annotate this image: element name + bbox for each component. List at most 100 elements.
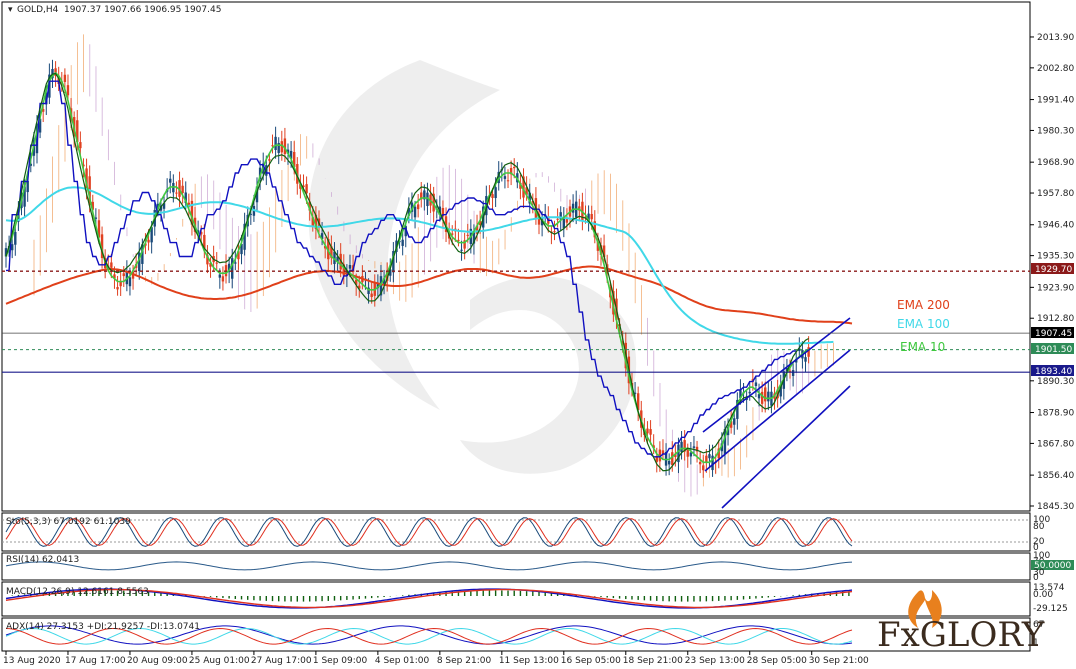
candle-body xyxy=(702,465,705,471)
symbol-label: GOLD,H4 xyxy=(17,5,59,15)
candle-body xyxy=(66,85,70,96)
candle-body xyxy=(128,277,132,287)
candle-body xyxy=(348,264,352,269)
candle-body xyxy=(460,249,463,251)
candle-body xyxy=(733,418,736,425)
candle-body xyxy=(457,239,460,241)
candle-body xyxy=(221,276,225,282)
candle-body xyxy=(416,204,420,210)
candle-body xyxy=(494,187,497,199)
y-tick-label: 2002.80 xyxy=(1037,64,1074,74)
candle-body xyxy=(271,145,274,147)
candle-body xyxy=(413,206,417,218)
candle-body xyxy=(268,159,271,161)
brand-name: FxGLORY xyxy=(877,615,1045,655)
macd-tick-bottom: -29.125 xyxy=(1033,604,1068,614)
y-tick-label: 1935.30 xyxy=(1037,252,1074,262)
candle-body xyxy=(218,274,222,278)
rsi-panel-frame xyxy=(1,552,1031,581)
y-tick-label: 1923.90 xyxy=(1037,283,1074,293)
stoch-label: Sto(5,3,3) 67.0192 61.1039 xyxy=(6,517,131,527)
candle-body xyxy=(556,218,559,220)
candle-body xyxy=(401,239,404,246)
ema10-label: EMA 10 xyxy=(900,340,945,354)
candle-body xyxy=(705,455,708,462)
x-tick-label: 17 Aug 17:00 xyxy=(65,656,126,666)
candle-body xyxy=(79,142,82,149)
candle-body xyxy=(748,391,751,394)
x-tick-label: 1 Sep 09:00 xyxy=(313,656,368,666)
y-tick-label: 1856.40 xyxy=(1037,471,1074,481)
candle-body xyxy=(698,461,702,465)
candle-body xyxy=(122,273,125,277)
candle-body xyxy=(63,74,67,82)
candle-body xyxy=(215,262,218,264)
candle-body xyxy=(689,452,693,457)
candle-body xyxy=(565,218,569,223)
x-tick-label: 18 Sep 21:00 xyxy=(623,656,683,666)
y-tick-label: 1968.90 xyxy=(1037,158,1074,168)
candle-body xyxy=(708,454,711,459)
stoch-tick-80: 80 xyxy=(1033,522,1045,532)
rsi-label: RSI(14) 62.0413 xyxy=(6,555,79,565)
x-tick-label: 20 Aug 09:00 xyxy=(127,656,188,666)
candle-body xyxy=(10,244,14,251)
x-tick-label: 25 Aug 01:00 xyxy=(189,656,250,666)
x-tick-label: 23 Sep 13:00 xyxy=(685,656,745,666)
candle-body xyxy=(370,293,373,298)
header-arrow: ▾ xyxy=(8,5,13,15)
candle-body xyxy=(804,357,807,362)
resistance-price-text: 1929.70 xyxy=(1035,265,1072,275)
x-tick-label: 13 Aug 2020 xyxy=(3,656,61,666)
candle-body xyxy=(649,429,652,435)
x-tick-label: 8 Sep 21:00 xyxy=(437,656,492,666)
ohlc-label: 1907.37 1907.66 1906.95 1907.45 xyxy=(64,5,221,15)
candle-body xyxy=(234,262,237,264)
candle-body xyxy=(147,239,150,243)
candle-body xyxy=(503,176,507,179)
main-chart-frame xyxy=(1,1,1031,512)
candle-body xyxy=(175,192,178,194)
ema100-label: EMA 100 xyxy=(897,317,950,331)
candle-body xyxy=(466,234,469,236)
macd-label: MACD(12,26,9) 12.6161 8.5563 xyxy=(6,587,149,597)
candle-body xyxy=(760,391,764,404)
candle-body xyxy=(513,167,516,169)
y-tick-label: 1912.80 xyxy=(1037,314,1074,324)
candle-body xyxy=(26,180,29,193)
ema10-price-text: 1901.50 xyxy=(1035,345,1072,355)
candle-body xyxy=(646,428,649,434)
y-tick-label: 1946.40 xyxy=(1037,221,1074,231)
candle-body xyxy=(680,441,683,453)
y-tick-label: 1867.80 xyxy=(1037,439,1074,449)
candle-body xyxy=(686,449,689,457)
candle-body xyxy=(181,185,184,194)
macd-panel-frame xyxy=(1,581,1031,617)
rsi-tick-0: 0 xyxy=(1033,573,1039,583)
candle-body xyxy=(667,460,671,465)
x-tick-label: 11 Sep 13:00 xyxy=(499,656,559,666)
y-tick-label: 1980.30 xyxy=(1037,126,1074,136)
candle-body xyxy=(491,194,494,198)
candle-body xyxy=(671,452,674,466)
candle-body xyxy=(553,231,556,233)
candle-body xyxy=(754,382,758,386)
adx-label: ADX(14) 27.3153 +DI:21.9257 -DI:13.0741 xyxy=(6,622,200,632)
y-tick-label: 2013.90 xyxy=(1037,33,1074,43)
y-tick-label: 1991.40 xyxy=(1037,96,1074,106)
current-price-text: 1907.45 xyxy=(1035,329,1072,339)
candle-body xyxy=(506,180,510,182)
support-price-text: 1893.40 xyxy=(1035,367,1072,377)
candle-body xyxy=(757,394,761,399)
candle-body xyxy=(305,184,308,194)
candle-body xyxy=(231,258,234,279)
candle-body xyxy=(169,178,172,183)
candle-body xyxy=(767,391,770,402)
y-tick-label: 1878.90 xyxy=(1037,409,1074,419)
candle-body xyxy=(116,287,119,290)
candle-body xyxy=(110,262,113,268)
x-tick-label: 27 Aug 17:00 xyxy=(251,656,312,666)
candle-body xyxy=(764,387,767,402)
macd-tick-zero: 0.00 xyxy=(1033,590,1053,600)
candle-body xyxy=(274,136,277,150)
